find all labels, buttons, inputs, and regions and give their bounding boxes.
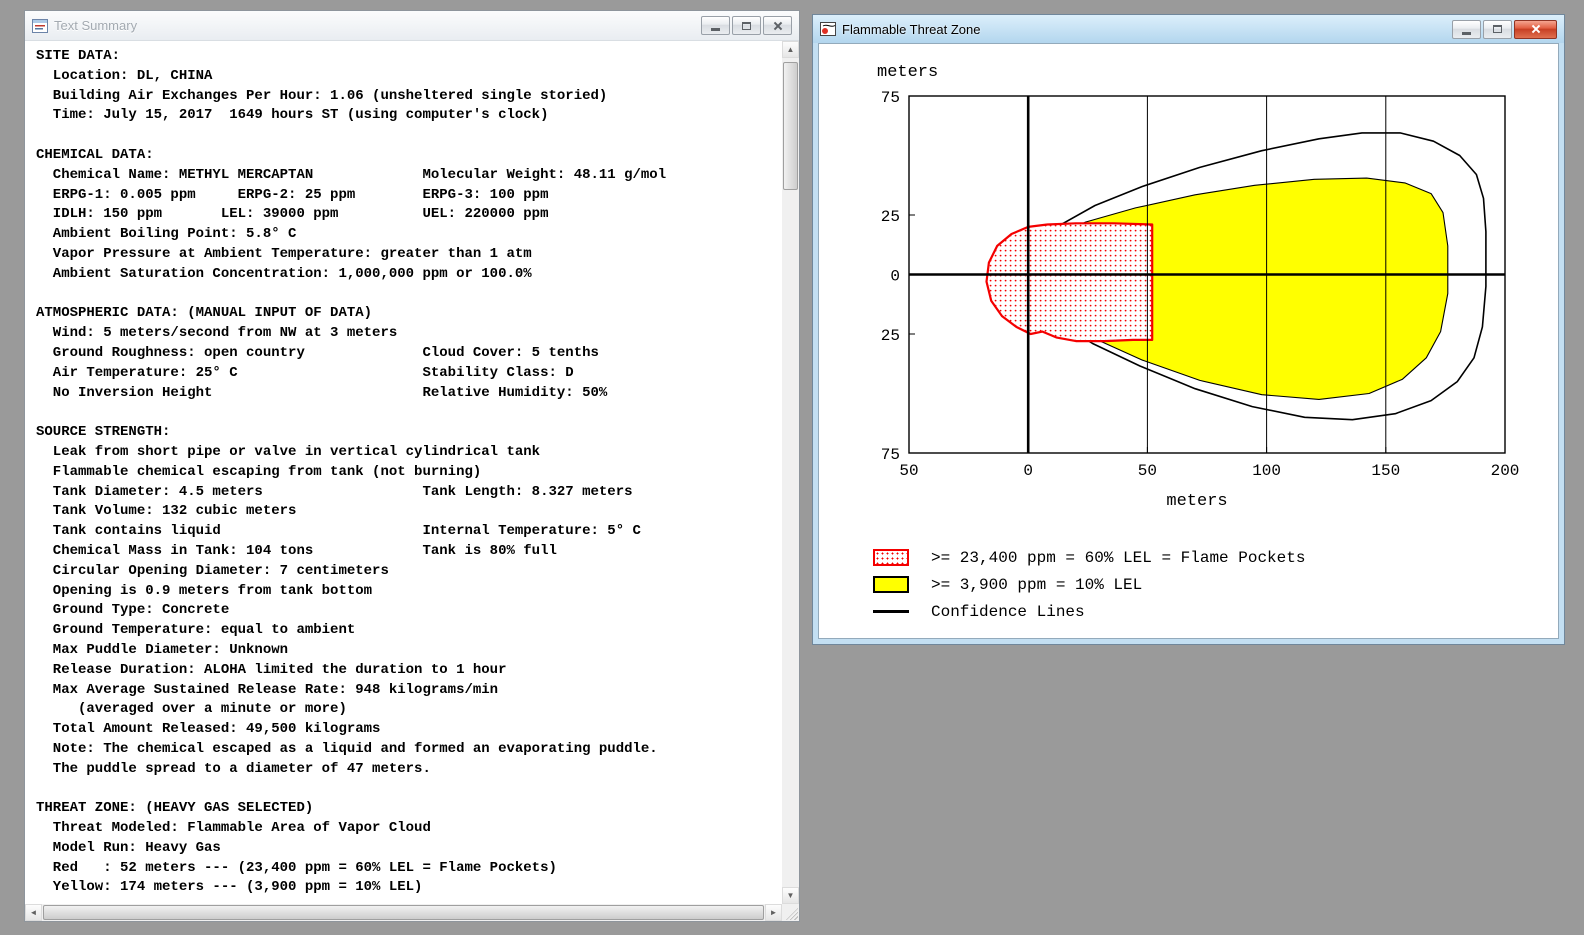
svg-text:meters: meters: [1166, 492, 1227, 511]
threat-zone-window: Flammable Threat Zone 75 25 0 25 75 50 0 50 100 1…: [812, 14, 1565, 645]
svg-text:100: 100: [1252, 462, 1281, 480]
legend-row-red: >= 23,400 ppm = 60% LEL = Flame Pockets: [873, 544, 1305, 571]
desktop: { "desktop": { "background_color": "#9a9…: [0, 0, 1584, 935]
close-button[interactable]: [1514, 19, 1557, 39]
minimize-icon: [711, 28, 720, 31]
legend-row-confidence: Confidence Lines: [873, 598, 1305, 625]
svg-text:50: 50: [899, 462, 918, 480]
minimize-button[interactable]: [1452, 19, 1481, 39]
red-zone-label: >= 23,400 ppm = 60% LEL = Flame Pockets: [931, 548, 1306, 567]
yellow-zone-swatch: [873, 576, 909, 593]
text-summary-text: SITE DATA: Location: DL, CHINA Building …: [36, 48, 667, 896]
svg-text:50: 50: [1138, 462, 1157, 480]
svg-text:0: 0: [890, 268, 900, 286]
vertical-scrollbar[interactable]: ▲ ▼: [782, 41, 799, 904]
scroll-left-button[interactable]: ◄: [25, 904, 42, 921]
close-icon: [773, 21, 783, 31]
scroll-up-button[interactable]: ▲: [782, 41, 799, 58]
minimize-button[interactable]: [701, 16, 730, 35]
window-title: Text Summary: [54, 18, 138, 33]
maximize-icon: [1493, 25, 1502, 33]
resize-grip[interactable]: [782, 904, 799, 921]
vertical-scroll-thumb[interactable]: [783, 62, 798, 190]
yellow-zone-label: >= 3,900 ppm = 10% LEL: [931, 575, 1143, 594]
svg-text:0: 0: [1023, 462, 1033, 480]
text-summary-titlebar[interactable]: Text Summary: [25, 11, 799, 41]
text-summary-icon: [32, 18, 48, 33]
svg-text:25: 25: [881, 208, 900, 226]
maximize-icon: [742, 21, 751, 30]
scroll-down-button[interactable]: ▼: [782, 887, 799, 904]
svg-text:75: 75: [881, 446, 900, 464]
confidence-line-label: Confidence Lines: [931, 602, 1085, 621]
red-threat-zone-shape: [985, 222, 1154, 343]
svg-text:25: 25: [881, 327, 900, 345]
svg-text:150: 150: [1371, 462, 1400, 480]
maximize-button[interactable]: [732, 16, 761, 35]
svg-text:meters: meters: [877, 63, 938, 82]
maximize-button[interactable]: [1483, 19, 1512, 39]
scroll-right-button[interactable]: ►: [765, 904, 782, 921]
close-button[interactable]: [763, 16, 792, 35]
svg-text:75: 75: [881, 89, 900, 107]
close-icon: [1531, 24, 1541, 34]
svg-text:200: 200: [1491, 462, 1520, 480]
confidence-line-swatch: [873, 610, 909, 613]
threat-zone-titlebar[interactable]: Flammable Threat Zone: [813, 15, 1564, 43]
horizontal-scrollbar[interactable]: ◄ ►: [25, 904, 782, 921]
threat-zone-icon: [820, 22, 836, 36]
text-summary-window: Text Summary SITE DATA: Location: DL, CH…: [24, 10, 800, 922]
red-zone-swatch: [873, 549, 909, 566]
threat-zone-content: 75 25 0 25 75 50 0 50 100 150 200 meters meters >= 2…: [818, 43, 1559, 639]
window-title: Flammable Threat Zone: [842, 21, 981, 37]
text-summary-content: SITE DATA: Location: DL, CHINA Building …: [25, 41, 799, 921]
plot-legend: >= 23,400 ppm = 60% LEL = Flame Pockets …: [873, 544, 1305, 625]
legend-row-yellow: >= 3,900 ppm = 10% LEL: [873, 571, 1305, 598]
horizontal-scroll-thumb[interactable]: [43, 905, 764, 920]
threat-zone-plot: 75250257550 0 50 100 150 200metersmeters: [877, 63, 1520, 511]
minimize-icon: [1462, 31, 1471, 35]
